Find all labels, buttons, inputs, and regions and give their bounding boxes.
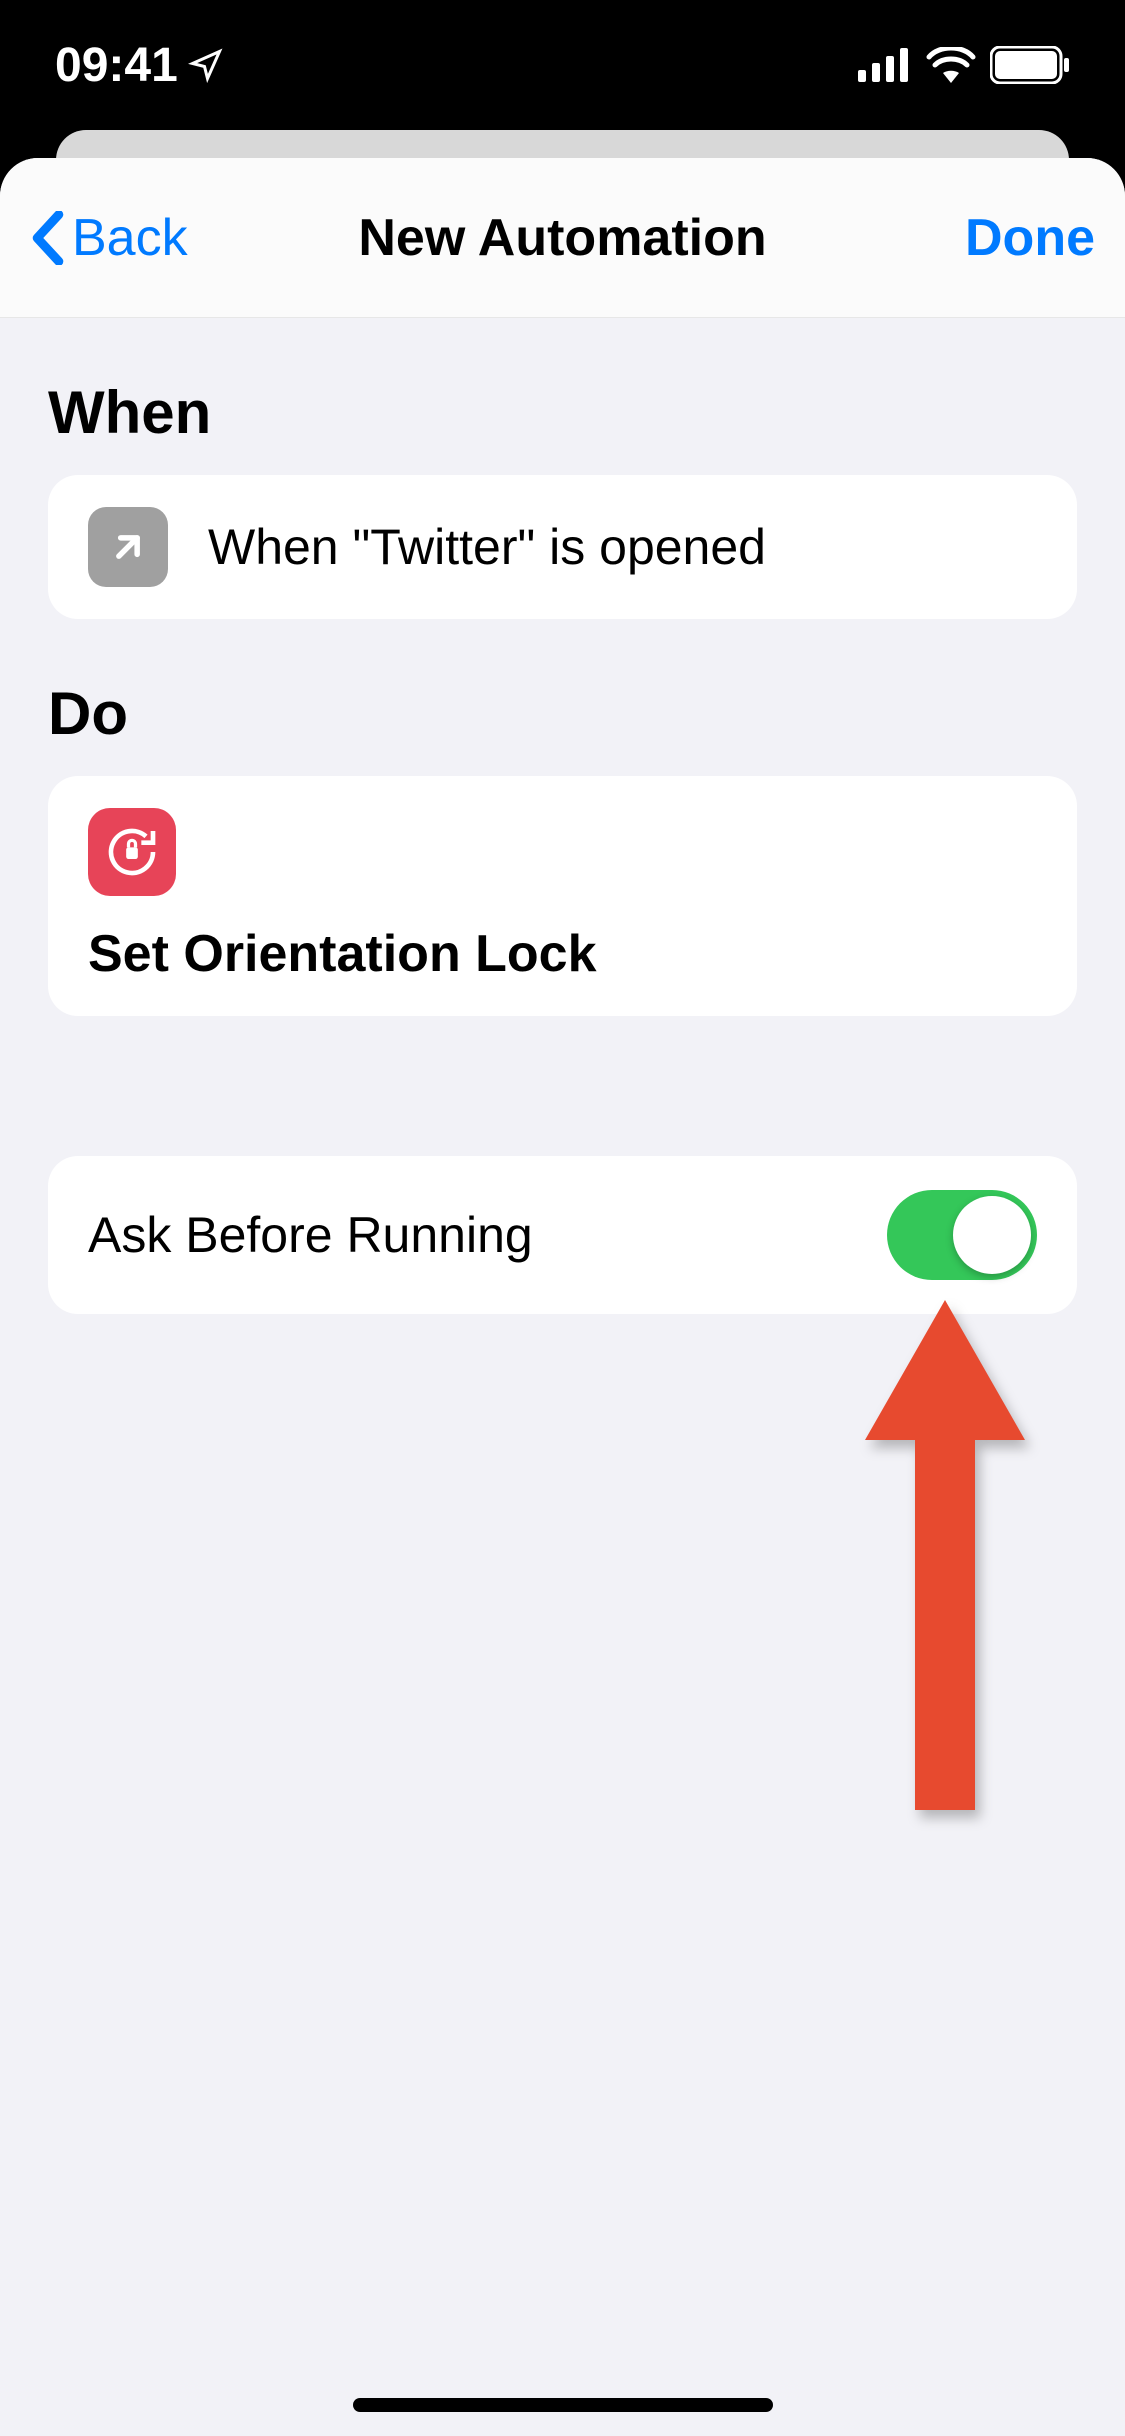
location-icon — [188, 47, 224, 83]
status-time-group: 09:41 — [55, 38, 224, 93]
back-button[interactable]: Back — [30, 208, 230, 268]
app-open-icon — [88, 507, 168, 587]
status-indicators — [858, 46, 1070, 84]
cellular-icon — [858, 48, 912, 82]
when-section-header: When — [48, 378, 1077, 447]
status-time: 09:41 — [55, 38, 178, 93]
orientation-lock-icon — [88, 808, 176, 896]
status-bar: 09:41 — [0, 0, 1125, 130]
trigger-card[interactable]: When "Twitter" is opened — [48, 475, 1077, 619]
ask-before-running-toggle[interactable] — [887, 1190, 1037, 1280]
action-title: Set Orientation Lock — [88, 924, 1037, 984]
page-title: New Automation — [230, 208, 895, 268]
annotation-arrow-icon — [865, 1300, 1025, 1810]
do-section-header: Do — [48, 679, 1077, 748]
action-card[interactable]: Set Orientation Lock — [48, 776, 1077, 1016]
toggle-knob — [953, 1196, 1031, 1274]
trigger-text: When "Twitter" is opened — [208, 518, 766, 576]
wifi-icon — [926, 47, 976, 83]
done-button[interactable]: Done — [895, 208, 1095, 268]
ask-before-running-label: Ask Before Running — [88, 1206, 533, 1264]
home-indicator[interactable] — [353, 2398, 773, 2412]
content-area: When When "Twitter" is opened Do — [0, 378, 1125, 1314]
chevron-left-icon — [30, 211, 66, 265]
navigation-bar: Back New Automation Done — [0, 158, 1125, 318]
ask-before-running-row: Ask Before Running — [48, 1156, 1077, 1314]
battery-icon — [990, 46, 1070, 84]
back-label: Back — [72, 208, 188, 268]
modal-sheet: Back New Automation Done When When "Twit… — [0, 158, 1125, 2436]
